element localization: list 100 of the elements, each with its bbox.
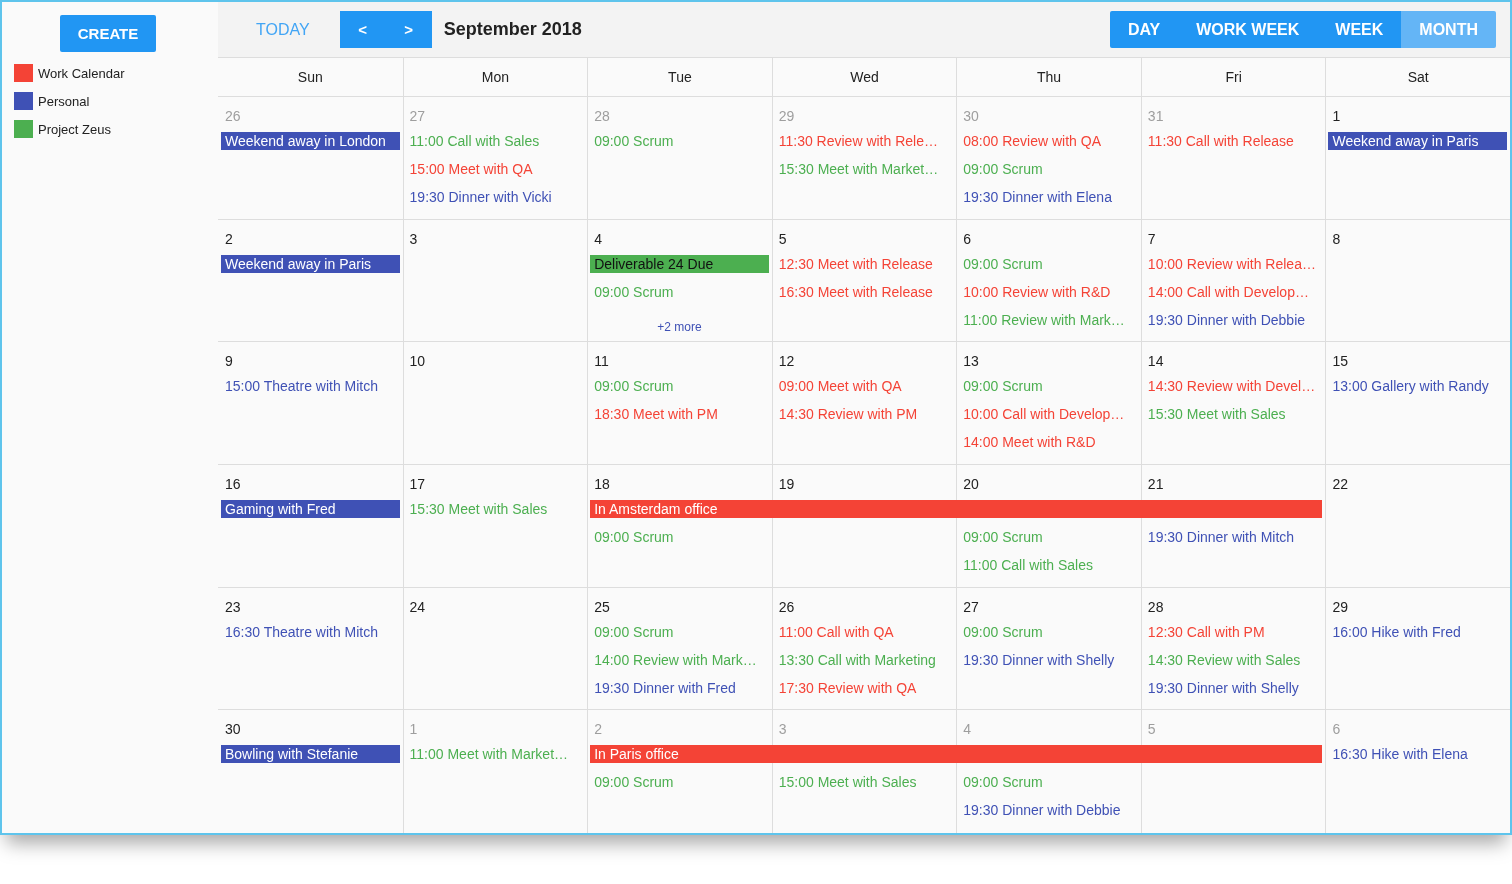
day-number[interactable]: 21 xyxy=(1140,476,1164,492)
day-number[interactable]: 1 xyxy=(402,721,418,738)
day-number[interactable]: 12 xyxy=(771,353,795,370)
day-number[interactable]: 8 xyxy=(1325,230,1341,247)
event[interactable]: 19:30 Dinner with Shelly xyxy=(956,651,1115,668)
all-day-event[interactable]: Weekend away in London xyxy=(221,132,400,150)
event[interactable]: 09:00 Scrum xyxy=(956,774,1043,791)
event[interactable]: 16:30 Meet with Release xyxy=(771,283,933,300)
all-day-event[interactable]: Gaming with Fred xyxy=(221,500,400,518)
event[interactable]: 16:00 Hike with Fred xyxy=(1325,623,1461,640)
multi-day-event[interactable]: In Amsterdam office xyxy=(590,500,1323,518)
event[interactable]: 19:30 Dinner with Elena xyxy=(956,189,1112,205)
calendar-swatch[interactable] xyxy=(14,120,33,138)
day-number[interactable]: 23 xyxy=(218,598,241,615)
calendar-swatch[interactable] xyxy=(14,64,33,82)
event[interactable]: 15:30 Meet with Sales xyxy=(1140,406,1286,423)
event[interactable]: 19:30 Dinner with Fred xyxy=(587,679,736,696)
event[interactable]: 09:00 Scrum xyxy=(587,378,674,395)
day-number[interactable]: 11 xyxy=(587,353,609,370)
day-number[interactable]: 30 xyxy=(956,108,979,124)
multi-day-event[interactable]: In Paris office xyxy=(590,745,1323,764)
event[interactable]: 11:00 Meet with Market… xyxy=(402,746,569,763)
day-number[interactable]: 5 xyxy=(1140,721,1156,738)
event[interactable]: 12:30 Meet with Release xyxy=(771,255,933,272)
event[interactable]: 09:00 Scrum xyxy=(956,161,1043,177)
event[interactable]: 17:30 Review with QA xyxy=(771,679,917,696)
calendar-swatch[interactable] xyxy=(14,92,33,110)
event[interactable]: 19:30 Dinner with Debbie xyxy=(956,802,1121,819)
day-number[interactable]: 20 xyxy=(956,476,979,492)
day-number[interactable]: 27 xyxy=(402,108,426,124)
day-number[interactable]: 10 xyxy=(402,353,426,370)
day-number[interactable]: 14 xyxy=(1140,353,1164,370)
event[interactable]: 09:00 Scrum xyxy=(956,255,1043,272)
event[interactable]: 14:30 Review with Sales xyxy=(1140,651,1301,668)
event[interactable]: 19:30 Dinner with Vicki xyxy=(402,189,552,205)
calendar-name[interactable]: Project Zeus xyxy=(38,121,111,137)
day-number[interactable]: 27 xyxy=(956,598,979,615)
day-number[interactable]: 26 xyxy=(218,108,241,124)
event[interactable]: 13:30 Call with Marketing xyxy=(771,651,936,668)
event[interactable]: 15:00 Theatre with Mitch xyxy=(218,378,379,395)
event[interactable]: 16:30 Hike with Elena xyxy=(1325,746,1468,763)
day-number[interactable]: 29 xyxy=(1325,598,1348,615)
day-number[interactable]: 2 xyxy=(218,230,233,247)
day-number[interactable]: 7 xyxy=(1140,230,1156,247)
day-number[interactable]: 22 xyxy=(1325,476,1348,492)
event[interactable]: 14:00 Review with Mark… xyxy=(587,651,757,668)
event[interactable]: 14:30 Review with Devel… xyxy=(1140,378,1316,395)
event[interactable]: 15:30 Meet with Market… xyxy=(771,161,939,177)
day-number[interactable]: 30 xyxy=(218,721,241,738)
event[interactable]: 13:00 Gallery with Randy xyxy=(1325,378,1489,395)
day-number[interactable]: 24 xyxy=(402,598,426,615)
event[interactable]: 15:00 Meet with QA xyxy=(402,161,533,177)
event[interactable]: 09:00 Scrum xyxy=(956,623,1043,640)
event[interactable]: 11:30 Call with Release xyxy=(1140,133,1294,149)
more-link[interactable]: +2 more xyxy=(657,319,702,334)
day-number[interactable]: 3 xyxy=(771,721,787,738)
day-number[interactable]: 29 xyxy=(771,108,795,124)
event[interactable]: 11:00 Call with Sales xyxy=(402,133,540,149)
event[interactable]: 09:00 Meet with QA xyxy=(771,378,902,395)
view-tab[interactable]: WEEK xyxy=(1317,11,1402,48)
event[interactable]: 19:30 Dinner with Mitch xyxy=(1140,529,1295,545)
event[interactable]: 09:00 Scrum xyxy=(956,529,1043,545)
event[interactable]: 09:00 Scrum xyxy=(587,133,674,149)
event[interactable]: 19:30 Dinner with Shelly xyxy=(1140,679,1299,696)
event[interactable]: 11:00 Call with QA xyxy=(771,623,894,640)
day-number[interactable]: 2 xyxy=(587,721,602,738)
view-tab[interactable]: WORK WEEK xyxy=(1178,11,1318,48)
view-tab[interactable]: MONTH xyxy=(1401,11,1496,48)
day-number[interactable]: 3 xyxy=(402,230,418,247)
calendar-name[interactable]: Personal xyxy=(38,93,90,109)
event[interactable]: 11:00 Review with Mark… xyxy=(956,311,1125,328)
day-number[interactable]: 5 xyxy=(771,230,787,247)
event[interactable]: 18:30 Meet with PM xyxy=(587,406,718,423)
day-number[interactable]: 1 xyxy=(1325,108,1341,124)
all-day-event[interactable]: Weekend away in Paris xyxy=(221,254,400,273)
day-number[interactable]: 28 xyxy=(1140,598,1164,615)
day-number[interactable]: 19 xyxy=(771,476,795,492)
calendar-name[interactable]: Work Calendar xyxy=(38,65,125,81)
day-number[interactable]: 4 xyxy=(587,230,602,247)
event[interactable]: 09:00 Scrum xyxy=(587,774,674,791)
day-number[interactable]: 31 xyxy=(1140,108,1164,124)
event[interactable]: 11:30 Review with Rele… xyxy=(771,133,938,149)
event[interactable]: 15:30 Meet with Sales xyxy=(402,501,548,517)
event[interactable]: 12:30 Call with PM xyxy=(1140,623,1265,640)
day-number[interactable]: 15 xyxy=(1325,353,1348,370)
create-button[interactable]: CREATE xyxy=(60,15,156,52)
day-number[interactable]: 28 xyxy=(587,108,610,124)
event[interactable]: 09:00 Scrum xyxy=(956,378,1043,395)
all-day-event[interactable]: Weekend away in Paris xyxy=(1328,132,1507,150)
event[interactable]: 08:00 Review with QA xyxy=(956,133,1101,149)
day-number[interactable]: 18 xyxy=(587,476,610,492)
event[interactable]: 09:00 Scrum xyxy=(587,623,674,640)
all-day-event[interactable]: Bowling with Stefanie xyxy=(221,745,400,764)
event[interactable]: 16:30 Theatre with Mitch xyxy=(218,623,379,640)
event[interactable]: 09:00 Scrum xyxy=(587,283,674,300)
event[interactable]: 19:30 Dinner with Debbie xyxy=(1140,311,1306,328)
day-number[interactable]: 6 xyxy=(1325,721,1341,738)
day-number[interactable]: 17 xyxy=(402,476,426,492)
day-number[interactable]: 9 xyxy=(218,353,233,370)
day-number[interactable]: 4 xyxy=(956,721,972,738)
